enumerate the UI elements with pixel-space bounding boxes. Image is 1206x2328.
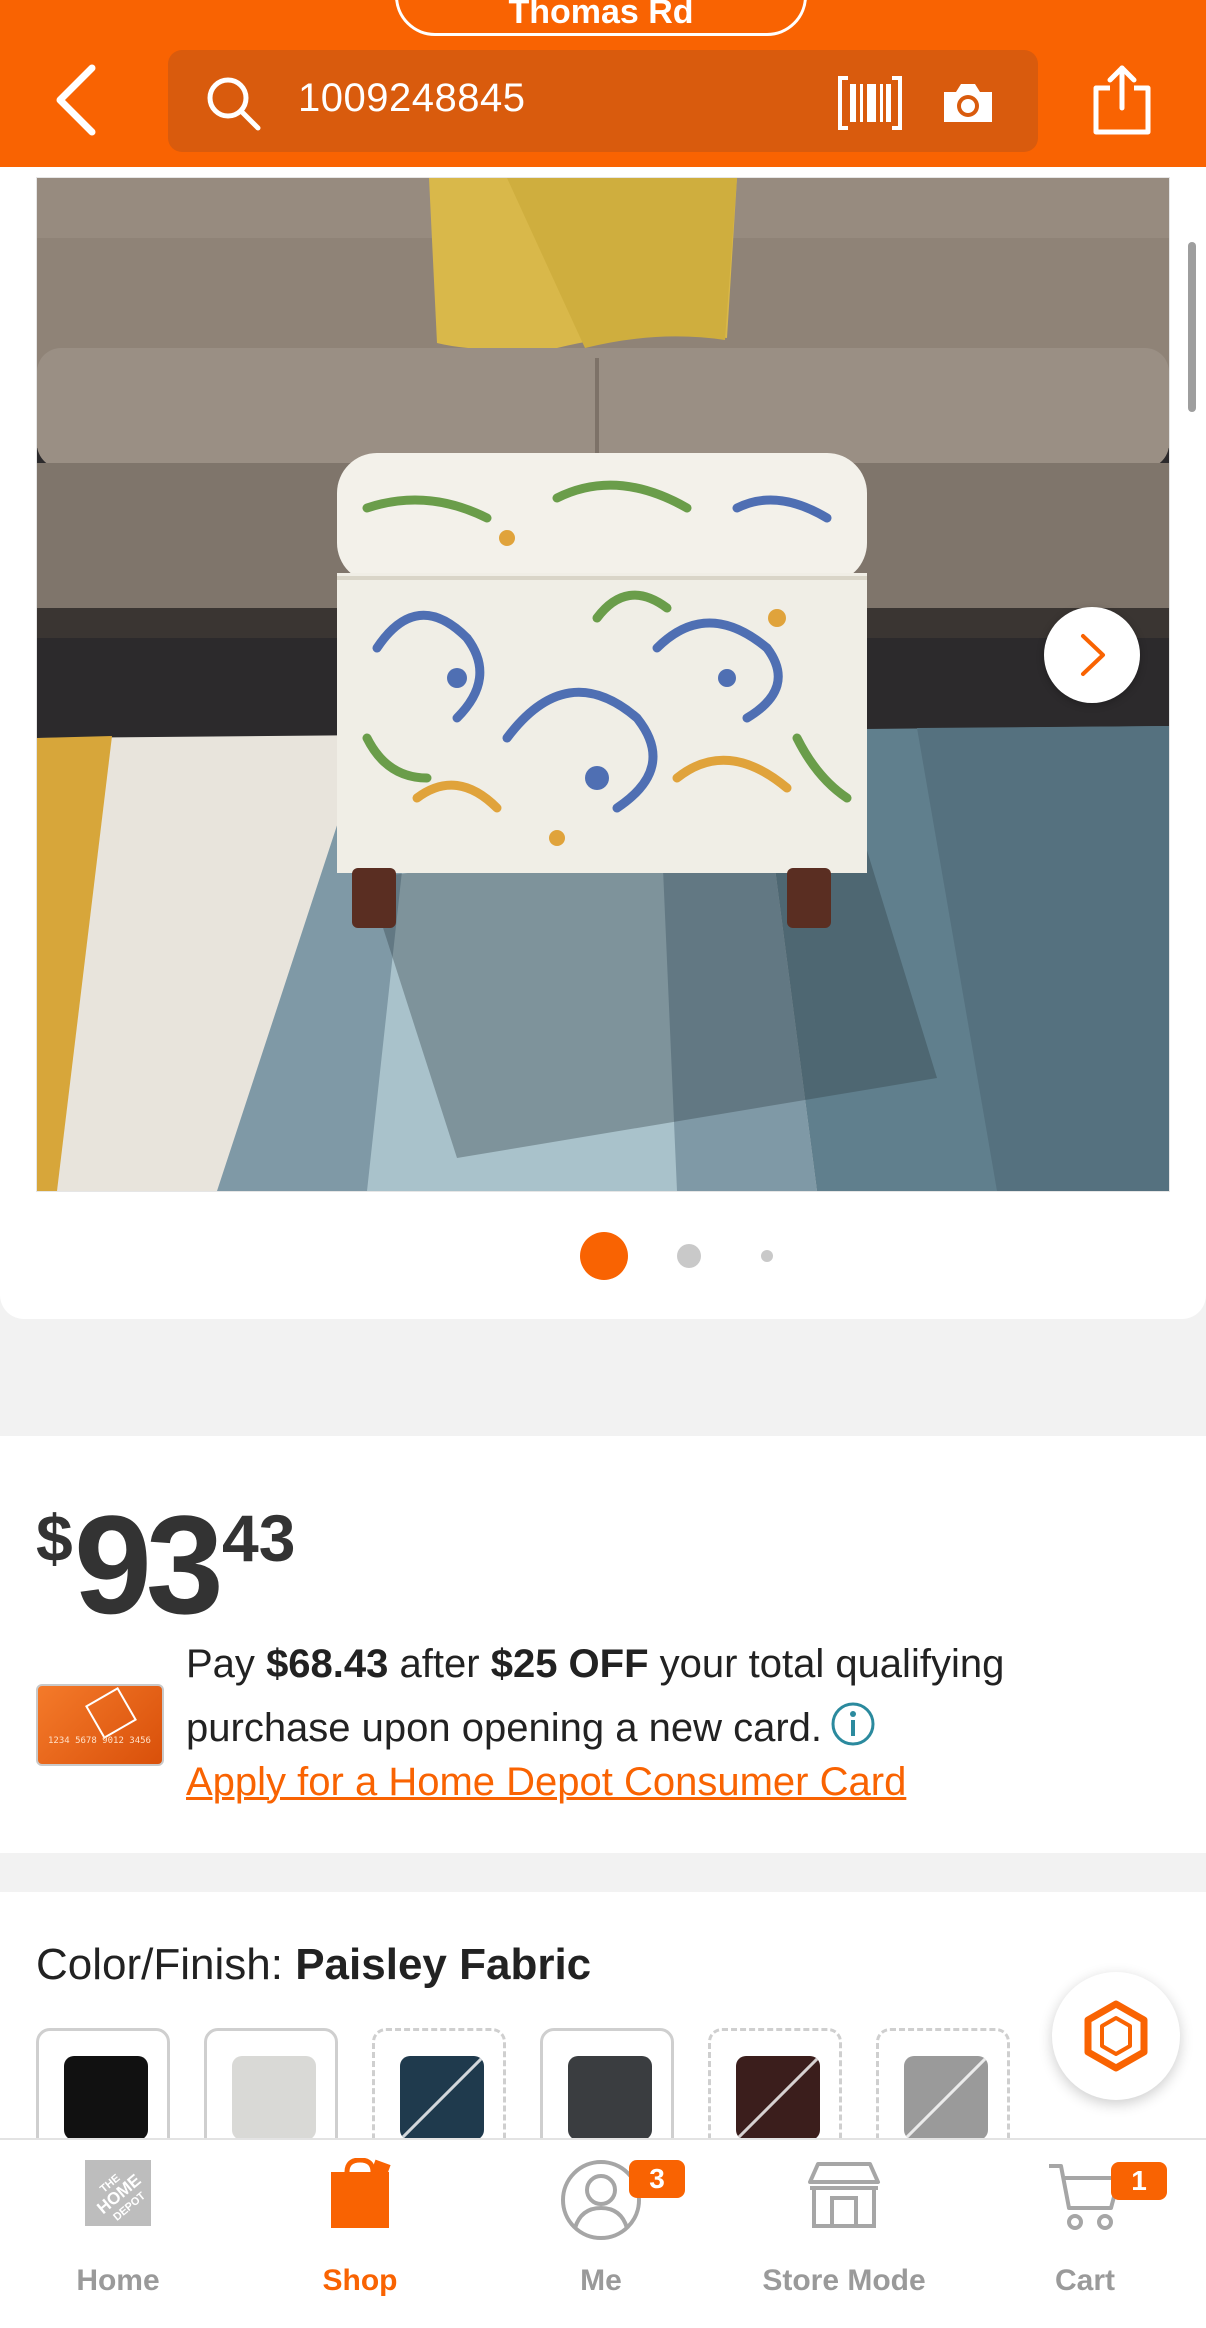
chat-assistant-button[interactable] [1052,1972,1180,2100]
offer-price: $68.43 [266,1642,389,1686]
search-input[interactable]: 1009248845 [298,76,525,121]
unavailable-slash-icon [904,2056,988,2140]
home-depot-logo-icon: THE HOME DEPOT [85,2160,151,2226]
carousel-dots [0,1232,1206,1280]
carousel-dot[interactable] [761,1250,773,1262]
cart-badge: 1 [1111,2162,1167,2200]
share-icon [1093,65,1151,135]
nav-cart[interactable]: 1 Cart [985,2140,1185,2328]
scrollbar[interactable] [1188,242,1196,412]
selected-color: Paisley Fabric [295,1940,592,1989]
price-cents: 43 [222,1501,296,1575]
top-bar: Thomas Rd 1009248845 [0,0,1206,167]
bottom-navigation: THE HOME DEPOT Home Shop 3 Me Store Mode… [0,2138,1206,2328]
shopping-bag-icon [331,2158,391,2228]
unavailable-slash-icon [736,2056,820,2140]
hexagon-chat-icon [1084,2000,1148,2072]
credit-card-image: 1234 5678 9012 3456 [36,1684,164,1766]
card-offer-text: Pay $68.43 after $25 OFF your total qual… [186,1642,1005,1750]
product-image-card [0,167,1206,1319]
info-icon[interactable] [830,1701,876,1747]
carousel-dot[interactable] [677,1244,701,1268]
swatch-color-chip [904,2056,988,2140]
me-badge: 3 [629,2160,685,2198]
swatch-color-chip [400,2056,484,2140]
store-label: Thomas Rd [508,0,694,31]
swatch-color-chip [568,2056,652,2140]
chevron-left-icon [56,64,96,136]
back-button[interactable] [52,60,112,140]
offer-discount: $25 OFF [490,1642,649,1686]
swatch-color-chip [232,2056,316,2140]
store-icon [808,2162,880,2228]
price-dollars: 93 [74,1486,224,1643]
home-depot-logo-icon [85,1687,137,1739]
chevron-right-icon [1081,634,1105,676]
camera-icon [944,84,992,122]
swatch-color-chip [64,2056,148,2140]
barcode-scanner-icon [838,76,902,130]
product-image[interactable] [36,177,1170,1192]
store-selector[interactable]: Thomas Rd [395,0,807,36]
carousel-dot-active[interactable] [580,1232,628,1280]
storage-ottoman-photo [37,178,1169,1191]
nav-store-mode[interactable]: Store Mode [744,2140,944,2328]
next-image-button[interactable] [1044,607,1140,703]
swatch-color-chip [736,2056,820,2140]
search-bar[interactable]: 1009248845 [168,50,1038,152]
color-finish-title: Color/Finish: Paisley Fabric [36,1940,592,1989]
nav-me[interactable]: 3 Me [501,2140,701,2328]
share-button[interactable] [1090,64,1154,141]
nav-shop[interactable]: Shop [260,2140,460,2328]
color-finish-section: Color/Finish: Paisley Fabric [0,1892,1206,2158]
price-section: $ 93 43 1234 5678 9012 3456 Pay $68.43 a… [0,1436,1206,1853]
search-icon [207,77,261,131]
price-currency: $ [36,1501,73,1575]
unavailable-slash-icon [400,2056,484,2140]
nav-home[interactable]: THE HOME DEPOT Home [18,2140,218,2328]
apply-card-link[interactable]: Apply for a Home Depot Consumer Card [186,1760,906,1805]
